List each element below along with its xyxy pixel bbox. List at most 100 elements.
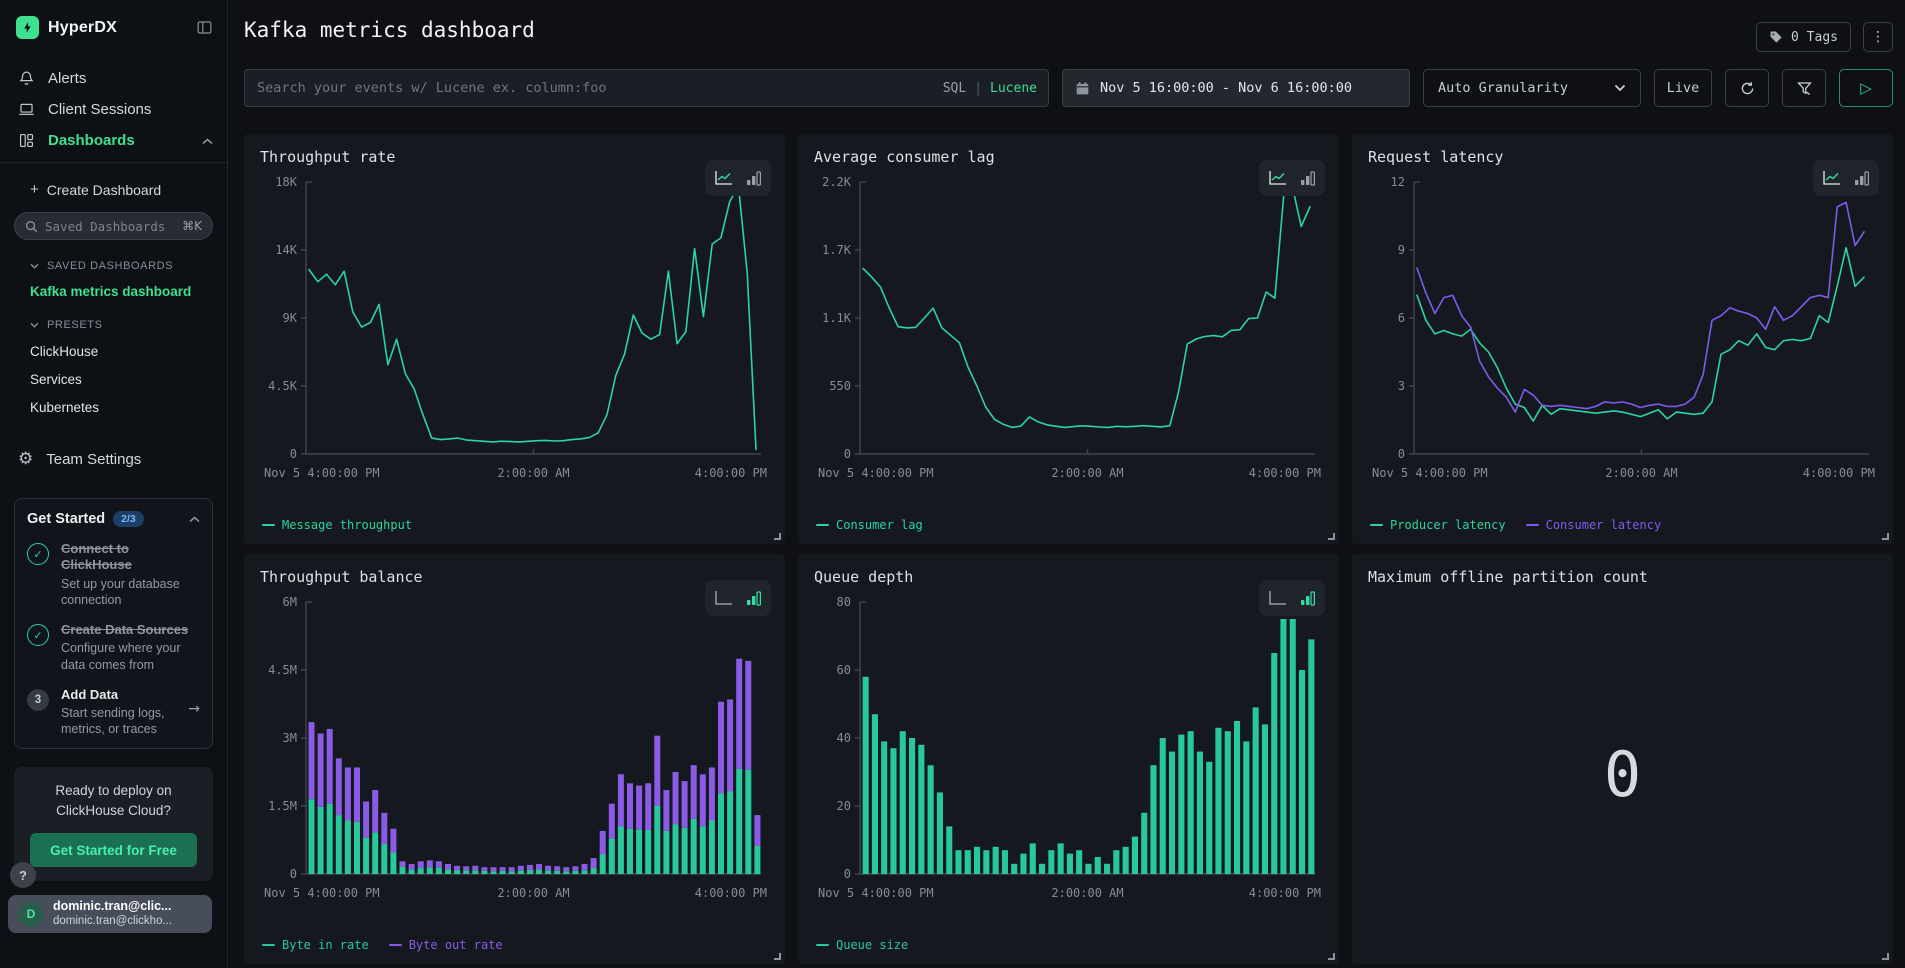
legend-item[interactable]: Byte in rate xyxy=(262,938,369,952)
step-desc: Configure where your data comes from xyxy=(61,640,200,673)
line-chart-icon[interactable] xyxy=(1268,590,1288,606)
hyperdx-logo-icon xyxy=(16,16,39,39)
user-menu[interactable]: D dominic.tran@clic... dominic.tran@clic… xyxy=(8,895,212,933)
sidebar-item-client-sessions[interactable]: Client Sessions xyxy=(0,94,227,125)
legend-item[interactable]: Byte out rate xyxy=(389,938,503,952)
help-button[interactable]: ? xyxy=(10,862,36,888)
avatar: D xyxy=(18,901,44,927)
live-button[interactable]: Live xyxy=(1654,69,1712,107)
chart-area[interactable]: 129630Nov 5 4:00:00 PM2:00:00 AM4:00:00 … xyxy=(1368,172,1877,516)
sidebar-item-dashboards[interactable]: Dashboards xyxy=(0,125,227,156)
get-started-free-button[interactable]: Get Started for Free xyxy=(30,833,197,867)
user-email: dominic.tran@clickho... xyxy=(53,915,172,929)
legend-item[interactable]: Consumer latency xyxy=(1526,518,1662,532)
presets-section[interactable]: PRESETS xyxy=(30,319,227,331)
run-query-button[interactable]: ▷ xyxy=(1839,69,1893,107)
chart-area[interactable]: 2.2K1.7K1.1K5500Nov 5 4:00:00 PM2:00:00 … xyxy=(814,172,1323,516)
bar-chart-icon[interactable] xyxy=(1854,171,1870,186)
step-desc: Set up your database connection xyxy=(61,576,200,609)
svg-text:3M: 3M xyxy=(283,731,297,745)
event-search-input[interactable] xyxy=(244,69,1049,107)
tags-label: 0 Tags xyxy=(1791,30,1838,45)
refresh-button[interactable] xyxy=(1725,69,1769,107)
svg-text:60: 60 xyxy=(837,663,851,677)
chevron-down-icon xyxy=(1614,84,1626,92)
panel-resize-handle[interactable] xyxy=(774,533,781,540)
svg-text:Nov 5 4:00:00 PM: Nov 5 4:00:00 PM xyxy=(264,886,380,900)
svg-text:4.5M: 4.5M xyxy=(268,663,297,677)
granularity-select[interactable]: Auto Granularity xyxy=(1423,69,1641,107)
step-connect-clickhouse[interactable]: ✓ Connect to ClickHouse Set up your data… xyxy=(27,541,200,608)
chevron-up-icon[interactable] xyxy=(189,516,200,523)
legend-dash xyxy=(1370,524,1383,526)
chart-area[interactable]: 806040200Nov 5 4:00:00 PM2:00:00 AM4:00:… xyxy=(814,592,1323,936)
chart-type-toggle xyxy=(1259,580,1325,616)
bar-chart-icon[interactable] xyxy=(746,171,762,186)
sidebar: HyperDX Alerts Client Sessions Dashboard… xyxy=(0,0,228,968)
panel-resize-handle[interactable] xyxy=(1328,953,1335,960)
sidebar-item-services[interactable]: Services xyxy=(30,372,227,387)
section-label-text: SAVED DASHBOARDS xyxy=(47,260,173,272)
svg-text:Nov 5 4:00:00 PM: Nov 5 4:00:00 PM xyxy=(264,466,380,480)
sql-mode-toggle[interactable]: SQL xyxy=(943,81,966,96)
panel-resize-handle[interactable] xyxy=(774,953,781,960)
sidebar-collapse-icon[interactable] xyxy=(196,19,213,36)
lucene-mode-toggle[interactable]: Lucene xyxy=(990,81,1037,96)
legend-item[interactable]: Consumer lag xyxy=(816,518,923,532)
create-dashboard-button[interactable]: + Create Dashboard xyxy=(30,181,227,198)
step-add-data[interactable]: 3 Add Data Start sending logs, metrics, … xyxy=(27,687,200,738)
bar-chart-icon[interactable] xyxy=(746,591,762,606)
chevron-up-icon[interactable] xyxy=(202,132,213,149)
panel-resize-handle[interactable] xyxy=(1882,533,1889,540)
line-chart-icon[interactable] xyxy=(1822,170,1842,186)
sidebar-item-team-settings[interactable]: ⚙ Team Settings xyxy=(18,451,227,468)
sidebar-item-kubernetes[interactable]: Kubernetes xyxy=(30,400,227,415)
check-circle-icon: ✓ xyxy=(27,543,49,565)
chart-svg: 18K14K9K4.5K0Nov 5 4:00:00 PM2:00:00 AM4… xyxy=(260,172,769,484)
tags-button[interactable]: 0 Tags xyxy=(1756,22,1851,52)
step-create-data-sources[interactable]: ✓ Create Data Sources Configure where yo… xyxy=(27,622,200,673)
svg-text:80: 80 xyxy=(837,595,851,609)
legend-item[interactable]: Message throughput xyxy=(262,518,412,532)
chart-area[interactable]: 18K14K9K4.5K0Nov 5 4:00:00 PM2:00:00 AM4… xyxy=(260,172,769,516)
line-chart-icon[interactable] xyxy=(714,590,734,606)
team-settings-label: Team Settings xyxy=(46,451,141,468)
panel-resize-handle[interactable] xyxy=(1882,953,1889,960)
line-chart-icon[interactable] xyxy=(714,170,734,186)
saved-dashboards-section[interactable]: SAVED DASHBOARDS xyxy=(30,260,227,272)
legend-dash xyxy=(262,944,275,946)
chart-area[interactable]: 6M4.5M3M1.5M0Nov 5 4:00:00 PM2:00:00 AM4… xyxy=(260,592,769,936)
promo-line1: Ready to deploy on xyxy=(55,783,171,798)
svg-text:1.5M: 1.5M xyxy=(268,799,297,813)
sidebar-item-alerts[interactable]: Alerts xyxy=(0,63,227,94)
date-range-picker[interactable]: Nov 5 16:00:00 - Nov 6 16:00:00 xyxy=(1062,69,1410,107)
sidebar-item-kafka-metrics-dashboard[interactable]: Kafka metrics dashboard xyxy=(30,284,227,299)
sidebar-item-clickhouse[interactable]: ClickHouse xyxy=(30,344,227,359)
line-chart-icon[interactable] xyxy=(1268,170,1288,186)
get-started-card: Get Started 2/3 ✓ Connect to ClickHouse … xyxy=(14,498,213,749)
filter-button[interactable] xyxy=(1782,69,1826,107)
svg-text:6M: 6M xyxy=(283,595,297,609)
chevron-down-icon xyxy=(30,322,39,328)
step-title: Connect to ClickHouse xyxy=(61,541,200,574)
svg-text:2:00:00 AM: 2:00:00 AM xyxy=(1051,466,1123,480)
bar-chart-icon[interactable] xyxy=(1300,171,1316,186)
svg-text:20: 20 xyxy=(837,799,851,813)
chevron-down-icon xyxy=(30,263,39,269)
svg-text:2:00:00 AM: 2:00:00 AM xyxy=(497,466,569,480)
main-content: Kafka metrics dashboard 0 Tags ⋮ SQL | L… xyxy=(229,0,1905,968)
date-range-value: Nov 5 16:00:00 - Nov 6 16:00:00 xyxy=(1100,80,1352,96)
progress-badge: 2/3 xyxy=(113,511,144,527)
more-options-button[interactable]: ⋮ xyxy=(1863,22,1893,52)
legend-item[interactable]: Producer latency xyxy=(1370,518,1506,532)
svg-text:Nov 5 4:00:00 PM: Nov 5 4:00:00 PM xyxy=(1372,466,1488,480)
svg-text:4:00:00 PM: 4:00:00 PM xyxy=(1249,886,1321,900)
legend-item[interactable]: Queue size xyxy=(816,938,908,952)
sidebar-item-label: Client Sessions xyxy=(48,101,151,118)
panel-title: Queue depth xyxy=(814,568,1323,586)
chart-area[interactable]: 0 xyxy=(1368,592,1877,956)
saved-dashboards-search-input[interactable]: Saved Dashboards ⌘K xyxy=(14,212,213,240)
panel-resize-handle[interactable] xyxy=(1328,533,1335,540)
chart-legend: Byte in rate Byte out rate xyxy=(262,938,769,952)
bar-chart-icon[interactable] xyxy=(1300,591,1316,606)
